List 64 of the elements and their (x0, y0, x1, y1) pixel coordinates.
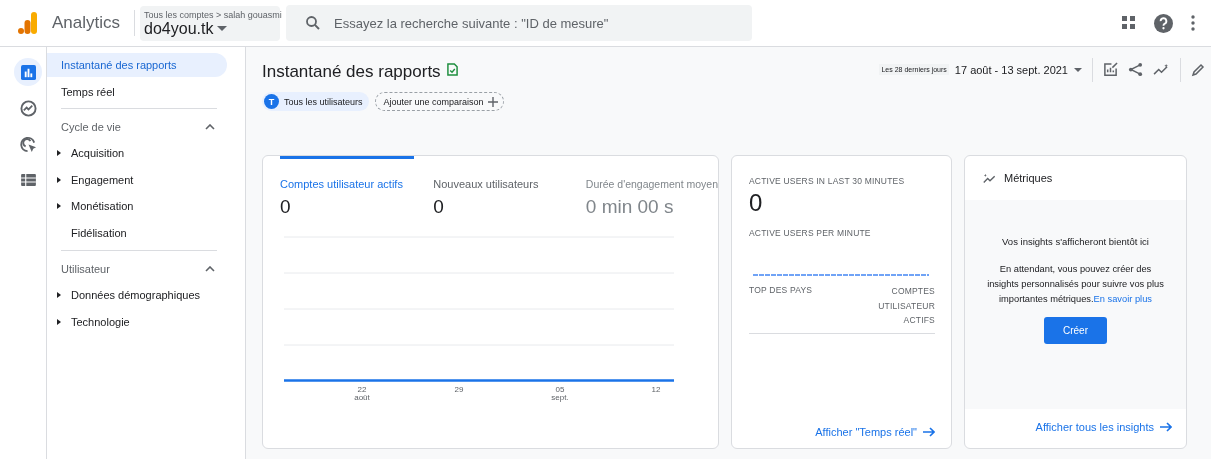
target-cursor-icon (19, 135, 37, 153)
metric-tab[interactable]: Nouveaux utilisateurs 0 (433, 156, 586, 218)
axis-label: 29 (454, 386, 464, 394)
caret-icon (217, 26, 228, 31)
segment-label: Tous les utilisateurs (284, 96, 363, 107)
axis-label: 12 (651, 386, 661, 394)
pencil-icon[interactable] (1191, 62, 1205, 77)
nav-item[interactable]: Engagement (47, 166, 245, 193)
learn-more-link[interactable]: En savoir plus (1093, 294, 1152, 304)
card-title: Métriques (1004, 172, 1053, 184)
nav-item[interactable]: Temps réel (47, 80, 227, 104)
rail-button[interactable] (14, 58, 42, 86)
metric-tab[interactable]: Comptes utilisateur actifs 0 (280, 156, 415, 218)
date-range-picker[interactable]: 17 août - 13 sept. 2021 (954, 63, 1082, 76)
analytics-logo-icon (18, 12, 38, 34)
nav-item[interactable]: Instantané des rapports (47, 53, 227, 77)
arrow-right-icon (923, 427, 935, 437)
product-name: Analytics (52, 13, 121, 33)
account-picker[interactable]: Tous les comptes > salah gouasmi do4you.tk (140, 5, 281, 41)
column-header: TOP DES PAYS (749, 285, 813, 297)
axis-label: 22 août (354, 386, 370, 402)
caret-icon (1074, 67, 1082, 72)
axis-label: 05 sept. (551, 386, 569, 402)
nav-item[interactable]: Monétisation (47, 193, 245, 220)
arrow-right-icon (1160, 422, 1172, 432)
card-caption: ACTIVE USERS IN LAST 30 MINUTES (749, 176, 906, 186)
page-title: Instantané des rapports (262, 61, 441, 82)
sparkle-trend-icon[interactable] (1153, 63, 1170, 76)
triangle-icon (57, 318, 61, 325)
nav-item[interactable]: Acquisition (47, 140, 245, 167)
plus-icon (487, 96, 498, 107)
triangle-icon (57, 150, 61, 157)
nav-item[interactable]: Technologie (47, 308, 245, 335)
triangle-icon (57, 203, 61, 210)
nav-item[interactable]: Données démographiques (47, 282, 245, 309)
metric-tab[interactable]: Durée d'engagement moyen 0 min 00 s (585, 156, 718, 218)
section-header[interactable]: Cycle de vie (47, 113, 245, 140)
realtime-link[interactable]: Afficher "Temps réel" (749, 426, 935, 438)
bar-chart-icon (20, 64, 36, 80)
section-header[interactable]: Utilisateur (47, 255, 245, 282)
share-icon[interactable] (1128, 62, 1143, 77)
chart-edit-icon[interactable] (1103, 62, 1118, 77)
nav-item[interactable]: Fidélisation (47, 219, 245, 246)
create-button[interactable]: Créer (1044, 317, 1107, 344)
metric-value: 0 (749, 189, 764, 217)
apps-grid-icon[interactable] (1122, 16, 1136, 30)
triangle-icon (57, 176, 61, 183)
card-caption: ACTIVE USERS PER MINUTE (749, 228, 872, 238)
list-table-icon (20, 174, 36, 186)
help-icon[interactable] (1154, 13, 1173, 33)
sparkle-trend-icon (983, 172, 997, 184)
segment-chip[interactable]: T Tous les utilisateurs (262, 92, 369, 111)
insights-link[interactable]: Afficher tous les insights (965, 421, 1186, 433)
chevron-icon (205, 265, 215, 272)
trend-circle-icon (19, 99, 37, 117)
triangle-icon (57, 292, 61, 299)
check-document-icon[interactable] (446, 63, 458, 76)
insights-heading: Vos insights s'afficheront bientôt ici (1002, 236, 1149, 247)
chevron-icon (205, 123, 215, 130)
avatar: T (264, 94, 279, 109)
search-field[interactable]: Essayez la recherche suivante : "ID de mesure" (286, 5, 753, 41)
insights-text: En attendant, vous pouvez créer des insights personnalisés pour suivre vos plus importantes métriques.En savoir plus (986, 263, 1165, 306)
column-header: COMPTES UTILISATEUR ACTIFS (877, 285, 935, 327)
more-menu-icon[interactable] (1191, 15, 1195, 31)
